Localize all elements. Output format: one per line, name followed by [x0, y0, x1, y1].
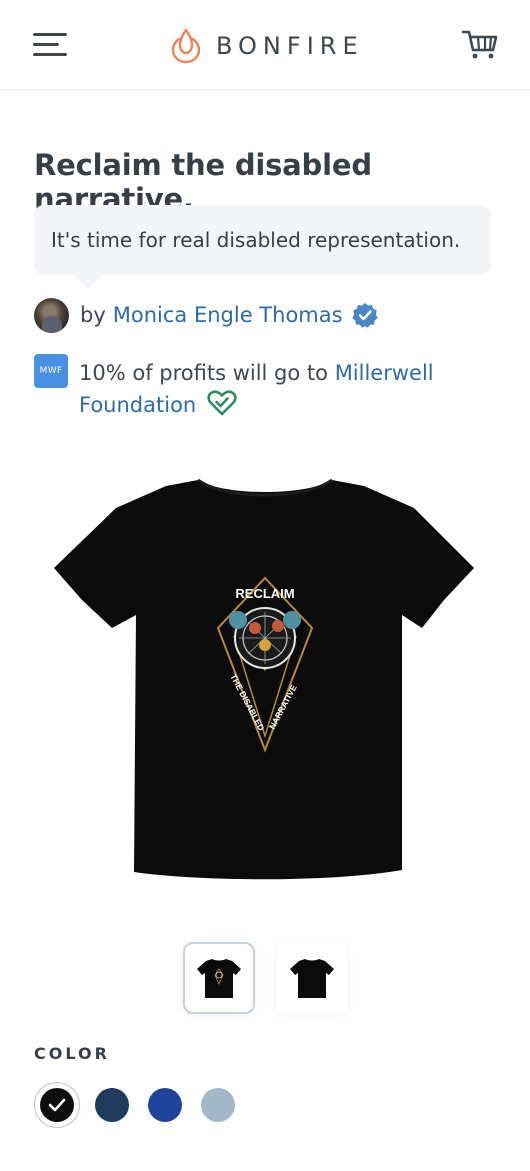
campaign-description: It's time for real disabled representati… — [51, 228, 461, 252]
charity-text: 10% of profits will go to Millerwell Fou… — [79, 357, 479, 421]
charity-prefix: 10% of profits will go to — [79, 361, 328, 385]
menu-icon[interactable] — [33, 31, 67, 59]
brand-logo[interactable]: BONFIRE — [170, 26, 364, 66]
swatch-navy[interactable] — [95, 1088, 129, 1122]
color-swatches — [34, 1082, 254, 1128]
site-header: BONFIRE — [0, 0, 530, 90]
product-thumbnails — [183, 942, 348, 1014]
creator-avatar[interactable] — [34, 297, 69, 333]
thumbnail-back[interactable] — [276, 942, 348, 1014]
heart-check-icon — [207, 390, 237, 416]
cart-icon[interactable] — [461, 29, 499, 61]
graphic-text-top: RECLAIM — [235, 586, 294, 601]
charity-logo[interactable]: MWF — [34, 354, 68, 388]
creator-byline: by Monica Engle Thomas — [34, 296, 378, 334]
creator-link[interactable]: Monica Engle Thomas — [113, 303, 343, 327]
checkmark-icon — [48, 1098, 66, 1112]
product-image-tshirt[interactable]: RECLAIM THE DISABLED NARRATIVE — [34, 450, 496, 910]
brand-name: BONFIRE — [216, 32, 364, 60]
verified-badge-icon — [351, 303, 378, 328]
thumbnail-back-image — [290, 959, 334, 998]
swatch-black-fill — [40, 1088, 74, 1122]
thumbnail-front[interactable] — [183, 942, 255, 1014]
by-label: by — [80, 303, 106, 327]
swatch-black[interactable] — [34, 1082, 80, 1128]
campaign-description-bubble: It's time for real disabled representati… — [34, 205, 491, 289]
color-label: COLOR — [34, 1044, 110, 1063]
thumbnail-front-image — [197, 959, 241, 998]
swatch-light-blue[interactable] — [201, 1088, 235, 1122]
bonfire-flame-icon — [171, 28, 201, 64]
swatch-royal-blue[interactable] — [148, 1088, 182, 1122]
